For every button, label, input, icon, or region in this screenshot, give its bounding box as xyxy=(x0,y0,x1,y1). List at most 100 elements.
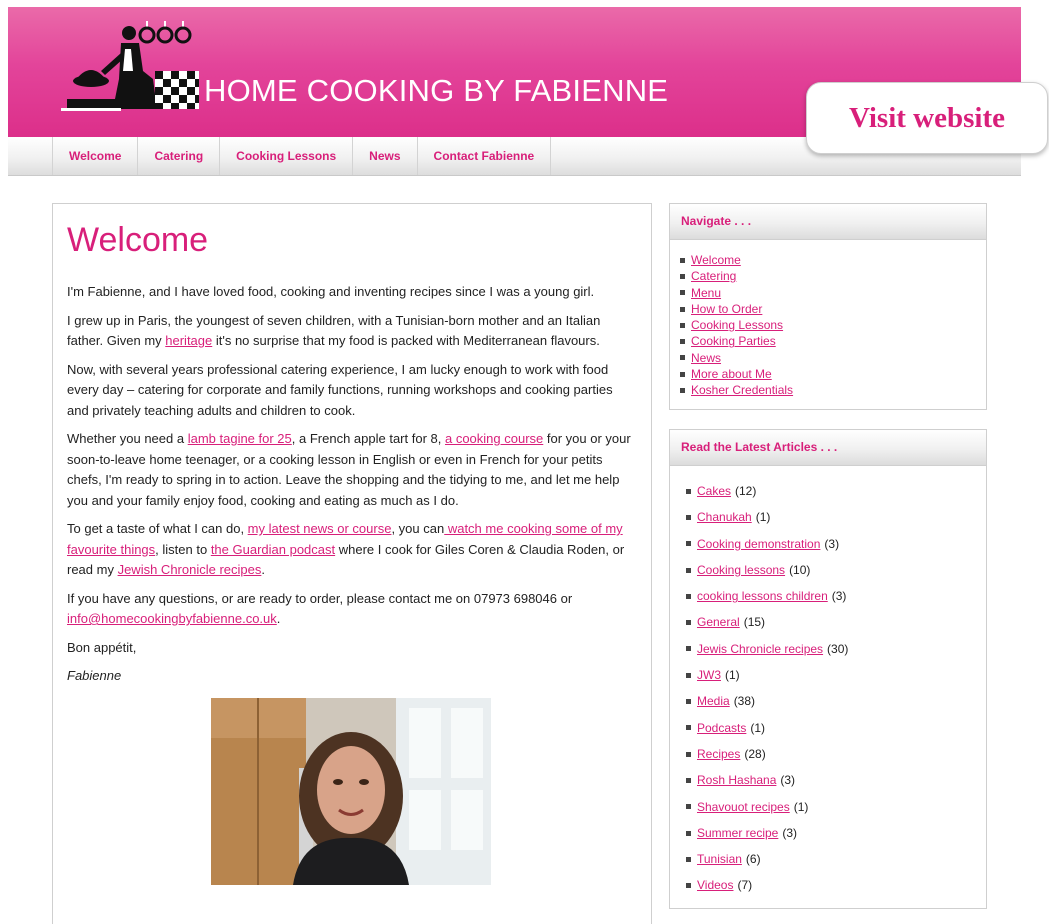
category-link[interactable]: Summer recipe xyxy=(697,820,778,846)
latest-news-link[interactable]: my latest news or course xyxy=(248,521,392,536)
list-item: Summer recipe (3) xyxy=(686,820,986,846)
text-segment: . xyxy=(276,611,281,626)
nav-item-contact-fabienne[interactable]: Contact Fabienne xyxy=(418,137,552,175)
category-count: (3) xyxy=(824,536,840,551)
side-nav-catering[interactable]: Catering xyxy=(691,268,736,284)
category-link[interactable]: Cakes xyxy=(697,478,731,504)
lamb-tagine-link[interactable]: lamb tagine for 25 xyxy=(188,431,292,446)
category-count: (30) xyxy=(827,641,849,656)
list-item: How to Order xyxy=(680,301,986,317)
side-nav-welcome[interactable]: Welcome xyxy=(691,252,741,268)
category-count: (15) xyxy=(743,615,766,630)
side-nav-cooking-lessons[interactable]: Cooking Lessons xyxy=(691,317,783,333)
bullet-icon xyxy=(680,273,685,279)
list-item: Cooking Lessons xyxy=(680,317,986,333)
background-paragraph: I grew up in Paris, the youngest of seve… xyxy=(67,311,635,352)
text-segment: , listen to xyxy=(155,541,211,557)
visit-website-button[interactable]: Visit website xyxy=(806,82,1048,154)
bullet-icon xyxy=(680,388,685,394)
text-segment: , a French apple tart for 8, xyxy=(291,431,445,446)
bullet-icon xyxy=(686,672,691,678)
jewish-chronicle-link[interactable]: Jewish Chronicle recipes xyxy=(118,562,262,577)
bullet-icon xyxy=(686,883,691,889)
category-link[interactable]: Media xyxy=(697,688,730,714)
side-nav-cooking-parties[interactable]: Cooking Parties xyxy=(691,333,776,349)
guardian-podcast-link[interactable]: the Guardian podcast xyxy=(211,542,335,557)
bullet-icon xyxy=(680,355,685,361)
list-item: Cakes (12) xyxy=(686,478,986,504)
side-nav-kosher-credentials[interactable]: Kosher Credentials xyxy=(691,382,793,398)
category-count: (3) xyxy=(831,589,847,604)
list-item: Videos (7) xyxy=(686,872,986,898)
nav-item-catering[interactable]: Catering xyxy=(138,137,221,175)
site-title[interactable]: HOME COOKING BY FABIENNE xyxy=(204,73,668,109)
category-link[interactable]: cooking lessons children xyxy=(697,583,828,609)
category-link[interactable]: Videos xyxy=(697,872,733,898)
cooking-course-link[interactable]: a cooking course xyxy=(445,431,543,446)
articles-list: Cakes (12) Chanukah (1) Cooking demonstrat… xyxy=(670,466,986,899)
side-nav-menu[interactable]: Menu xyxy=(691,285,721,301)
category-count: (7) xyxy=(737,878,753,893)
side-nav-news[interactable]: News xyxy=(691,350,721,366)
page-title: Welcome xyxy=(67,221,209,259)
bullet-icon xyxy=(686,751,691,757)
bullet-icon xyxy=(680,290,685,296)
bullet-icon xyxy=(686,725,691,731)
list-item: Jewis Chronicle recipes (30) xyxy=(686,636,986,662)
list-item: More about Me xyxy=(680,366,986,382)
list-item: Recipes (28) xyxy=(686,741,986,767)
bullet-icon xyxy=(686,699,691,705)
taste-paragraph: To get a taste of what I can do, my late… xyxy=(67,519,635,581)
article-body: I'm Fabienne, and I have loved food, coo… xyxy=(67,282,635,695)
list-item: Shavouot recipes (1) xyxy=(686,794,986,820)
category-count: (1) xyxy=(755,510,771,525)
nav-item-cooking-lessons[interactable]: Cooking Lessons xyxy=(220,137,354,175)
side-nav-more-about-me[interactable]: More about Me xyxy=(691,366,772,382)
category-link[interactable]: Cooking lessons xyxy=(697,557,785,583)
nav-item-welcome[interactable]: Welcome xyxy=(53,137,139,175)
navigate-widget: Navigate . . . Welcome Catering Menu How… xyxy=(669,203,987,410)
category-link[interactable]: Podcasts xyxy=(697,715,746,741)
text-segment: it's no surprise that my food is packed … xyxy=(212,333,600,348)
category-count: (10) xyxy=(789,562,811,577)
side-nav-how-to-order[interactable]: How to Order xyxy=(691,301,762,317)
list-item: General (15) xyxy=(686,609,986,635)
category-link[interactable]: Recipes xyxy=(697,741,740,767)
category-link[interactable]: General xyxy=(697,609,740,635)
category-link[interactable]: Shavouot recipes xyxy=(697,794,790,820)
list-item: Cooking Parties xyxy=(680,333,986,349)
email-link[interactable]: info@homecookingbyfabienne.co.uk xyxy=(67,611,277,626)
category-count: (1) xyxy=(793,799,809,814)
category-count: (28) xyxy=(744,746,766,761)
category-link[interactable]: Tunisian xyxy=(697,846,742,872)
intro-paragraph: I'm Fabienne, and I have loved food, coo… xyxy=(67,284,595,299)
bullet-icon xyxy=(686,804,691,810)
category-link[interactable]: Jewis Chronicle recipes xyxy=(697,636,823,662)
fabienne-photo xyxy=(211,698,491,885)
list-item: Welcome xyxy=(680,252,986,268)
text-segment: If you have any questions, or are ready … xyxy=(67,590,573,606)
bullet-icon xyxy=(680,371,685,377)
category-link[interactable]: Cooking demonstration xyxy=(697,531,820,557)
category-link[interactable]: Rosh Hashana xyxy=(697,767,776,793)
bullet-icon xyxy=(686,830,691,836)
bullet-icon xyxy=(686,488,691,494)
list-item: Media (38) xyxy=(686,688,986,714)
category-count: (3) xyxy=(782,825,798,840)
category-count: (3) xyxy=(780,773,796,788)
heritage-link[interactable]: heritage xyxy=(165,333,212,348)
chef-logo-icon[interactable] xyxy=(61,19,201,111)
text-segment: Whether you need a xyxy=(67,431,188,446)
category-link[interactable]: Chanukah xyxy=(697,504,752,530)
bullet-icon xyxy=(680,322,685,328)
contact-paragraph: If you have any questions, or are ready … xyxy=(67,589,635,630)
list-item: cooking lessons children (3) xyxy=(686,583,986,609)
category-count: (1) xyxy=(725,668,740,683)
list-item: Cooking lessons (10) xyxy=(686,557,986,583)
nav-item-news[interactable]: News xyxy=(353,137,418,175)
list-item: Catering xyxy=(680,268,986,284)
bullet-icon xyxy=(680,257,685,263)
list-item: Chanukah (1) xyxy=(686,504,986,530)
articles-title: Read the Latest Articles . . . xyxy=(670,430,986,466)
category-link[interactable]: JW3 xyxy=(697,662,721,688)
